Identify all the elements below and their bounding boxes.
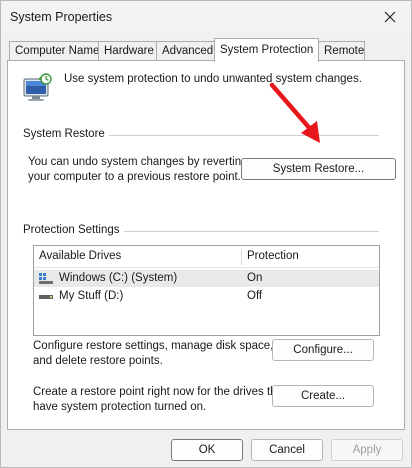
configure-description: Configure restore settings, manage disk … — [33, 340, 274, 367]
intro-text: Use system protection to undo unwanted s… — [64, 73, 362, 85]
system-drive-icon — [39, 273, 53, 284]
drive-row[interactable]: Windows (C:) (System) On — [34, 270, 379, 287]
system-restore-description: You can undo system changes by reverting… — [28, 156, 248, 183]
drive-icon — [39, 295, 53, 299]
tab-hardware[interactable]: Hardware — [98, 41, 157, 61]
tab-remote[interactable]: Remote — [318, 41, 365, 61]
drive-protection: On — [247, 272, 263, 284]
protection-settings-label: Protection Settings — [23, 224, 124, 236]
system-protection-icon — [23, 73, 52, 101]
system-restore-button[interactable]: System Restore... — [241, 158, 396, 180]
close-icon — [384, 11, 396, 23]
tab-system-protection[interactable]: System Protection — [214, 38, 319, 62]
configure-button[interactable]: Configure... — [272, 339, 374, 361]
tab-advanced[interactable]: Advanced — [156, 41, 215, 61]
header-divider — [34, 267, 379, 268]
system-protection-panel: Use system protection to undo unwanted s… — [7, 60, 405, 430]
drive-name: My Stuff (D:) — [59, 290, 124, 302]
title-bar[interactable]: System Properties — [1, 1, 411, 33]
system-properties-window: System Properties Computer Name Hardware… — [0, 0, 412, 468]
apply-button[interactable]: Apply — [331, 439, 403, 461]
column-available-drives[interactable]: Available Drives — [34, 246, 241, 267]
ok-button[interactable]: OK — [171, 439, 243, 461]
window-title: System Properties — [10, 10, 113, 24]
annotation-arrow-icon — [269, 82, 320, 143]
create-button[interactable]: Create... — [272, 385, 374, 407]
column-protection[interactable]: Protection — [242, 246, 380, 267]
drive-row[interactable]: My Stuff (D:) Off — [34, 288, 379, 305]
drives-list[interactable]: Available Drives Protection Windows (C:)… — [33, 245, 380, 336]
close-button[interactable] — [379, 6, 401, 28]
cancel-button[interactable]: Cancel — [251, 439, 323, 461]
drive-name: Windows (C:) (System) — [59, 272, 178, 284]
tab-computer-name[interactable]: Computer Name — [9, 41, 99, 61]
drive-protection: Off — [247, 290, 263, 302]
system-restore-label: System Restore — [23, 128, 109, 140]
create-description: Create a restore point right now for the… — [33, 386, 286, 413]
